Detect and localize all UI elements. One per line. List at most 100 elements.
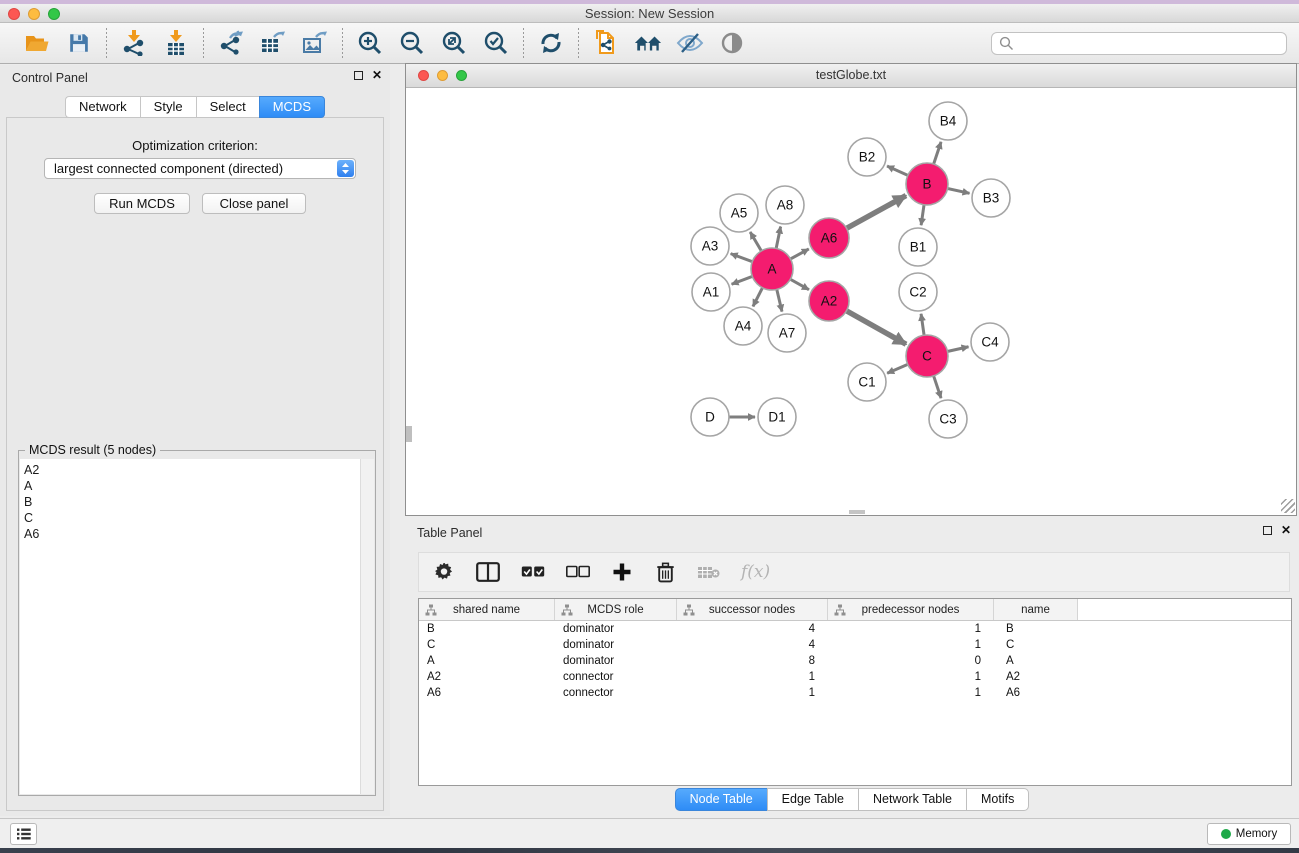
- cell-shared-name[interactable]: B: [419, 623, 555, 635]
- table-panel: Table Panel ✕ f(x) shared nameMCDS ro: [405, 520, 1299, 816]
- zoom-fit-icon[interactable]: [440, 29, 468, 57]
- cell-MCDS-role[interactable]: dominator: [555, 623, 677, 635]
- export-network-icon[interactable]: [217, 29, 245, 57]
- frame-bottom-thumb[interactable]: [849, 510, 865, 514]
- search-box[interactable]: [991, 32, 1287, 55]
- mcds-result-item[interactable]: A2: [24, 462, 360, 478]
- column-header-shared-name[interactable]: shared name: [419, 599, 555, 620]
- zoom-selected-icon[interactable]: [482, 29, 510, 57]
- node-label-D: D: [705, 410, 715, 425]
- cell-predecessor-nodes[interactable]: 1: [828, 671, 994, 683]
- close-panel-icon[interactable]: ✕: [372, 71, 382, 80]
- frame-resize-grip[interactable]: [1281, 499, 1295, 513]
- cell-shared-name[interactable]: C: [419, 639, 555, 651]
- tab-network-table[interactable]: Network Table: [858, 788, 966, 811]
- search-input[interactable]: [991, 32, 1287, 55]
- run-mcds-button[interactable]: Run MCDS: [94, 193, 190, 214]
- tab-mcds[interactable]: MCDS: [259, 96, 325, 118]
- float-panel-icon[interactable]: [354, 71, 363, 80]
- cell-shared-name[interactable]: A6: [419, 687, 555, 699]
- import-table-icon[interactable]: [162, 29, 190, 57]
- tab-network[interactable]: Network: [65, 96, 140, 118]
- dock-panels-button[interactable]: [10, 823, 37, 845]
- cell-predecessor-nodes[interactable]: 1: [828, 623, 994, 635]
- column-header-name[interactable]: name: [994, 599, 1078, 620]
- table-row[interactable]: Adominator80A: [419, 653, 1291, 669]
- tab-style[interactable]: Style: [140, 96, 196, 118]
- table-row[interactable]: A2connector11A2: [419, 669, 1291, 685]
- cell-predecessor-nodes[interactable]: 1: [828, 687, 994, 699]
- cell-predecessor-nodes[interactable]: 1: [828, 639, 994, 651]
- memory-label: Memory: [1236, 828, 1278, 840]
- cell-name[interactable]: A: [994, 655, 1078, 667]
- tab-node-table[interactable]: Node Table: [675, 788, 767, 811]
- mcds-result-item[interactable]: C: [24, 510, 360, 526]
- cell-MCDS-role[interactable]: dominator: [555, 655, 677, 667]
- mcds-list-scrollbar[interactable]: [360, 459, 374, 794]
- window-title: Session: New Session: [0, 6, 1299, 21]
- cell-name[interactable]: A2: [994, 671, 1078, 683]
- cell-shared-name[interactable]: A2: [419, 671, 555, 683]
- delete-column-trash-icon[interactable]: [654, 562, 676, 583]
- dropdown-stepper-icon[interactable]: [337, 160, 354, 177]
- frame-edge-thumb[interactable]: [406, 426, 412, 442]
- float-table-panel-icon[interactable]: [1263, 526, 1272, 535]
- clone-network-icon[interactable]: [592, 29, 620, 57]
- show-selected-eye-icon[interactable]: [718, 29, 746, 57]
- delete-table-icon[interactable]: [697, 565, 720, 580]
- cell-shared-name[interactable]: A: [419, 655, 555, 667]
- export-image-icon[interactable]: [301, 29, 329, 57]
- cell-name[interactable]: B: [994, 623, 1078, 635]
- import-network-icon[interactable]: [120, 29, 148, 57]
- mcds-result-item[interactable]: A6: [24, 526, 360, 542]
- select-all-checks-icon[interactable]: [521, 565, 545, 579]
- node-label-B2: B2: [859, 150, 876, 165]
- tab-select[interactable]: Select: [196, 96, 259, 118]
- cell-successor-nodes[interactable]: 4: [677, 623, 828, 635]
- cell-MCDS-role[interactable]: connector: [555, 687, 677, 699]
- network-canvas[interactable]: B4B2BB3B1A5A8A6A3AA1A2A4A7C2C4CC1C3DD1: [406, 88, 1296, 514]
- cell-name[interactable]: C: [994, 639, 1078, 651]
- add-column-icon[interactable]: [611, 562, 633, 582]
- memory-button[interactable]: Memory: [1207, 823, 1291, 845]
- cell-successor-nodes[interactable]: 4: [677, 639, 828, 651]
- close-table-panel-icon[interactable]: ✕: [1281, 526, 1291, 535]
- table-row[interactable]: Bdominator41B: [419, 621, 1291, 637]
- open-session-icon[interactable]: [23, 29, 51, 57]
- mcds-result-item[interactable]: B: [24, 494, 360, 510]
- export-table-icon[interactable]: [259, 29, 287, 57]
- cell-MCDS-role[interactable]: connector: [555, 671, 677, 683]
- save-session-icon[interactable]: [65, 29, 93, 57]
- split-columns-icon[interactable]: [476, 562, 500, 582]
- cell-MCDS-role[interactable]: dominator: [555, 639, 677, 651]
- gear-icon[interactable]: [433, 563, 455, 582]
- column-header-predecessor-nodes[interactable]: predecessor nodes: [828, 599, 994, 620]
- cell-name[interactable]: A6: [994, 687, 1078, 699]
- node-table-header: shared nameMCDS rolesuccessor nodesprede…: [419, 599, 1291, 621]
- column-header-successor-nodes[interactable]: successor nodes: [677, 599, 828, 620]
- apply-function-icon[interactable]: f(x): [741, 562, 770, 582]
- hide-selected-eye-slash-icon[interactable]: [676, 29, 704, 57]
- cell-successor-nodes[interactable]: 8: [677, 655, 828, 667]
- table-row[interactable]: A6connector11A6: [419, 685, 1291, 701]
- zoom-in-icon[interactable]: [356, 29, 384, 57]
- cell-successor-nodes[interactable]: 1: [677, 687, 828, 699]
- zoom-out-icon[interactable]: [398, 29, 426, 57]
- mcds-result-list[interactable]: A2ABCA6: [20, 459, 360, 794]
- home-layout-icon[interactable]: [634, 29, 662, 57]
- cell-predecessor-nodes[interactable]: 0: [828, 655, 994, 667]
- column-header-MCDS-role[interactable]: MCDS role: [555, 599, 677, 620]
- node-label-C2: C2: [909, 285, 926, 300]
- close-panel-button[interactable]: Close panel: [202, 193, 306, 214]
- tab-edge-table[interactable]: Edge Table: [767, 788, 858, 811]
- deselect-all-checks-icon[interactable]: [566, 565, 590, 579]
- cell-successor-nodes[interactable]: 1: [677, 671, 828, 683]
- tab-motifs[interactable]: Motifs: [966, 788, 1029, 811]
- table-row[interactable]: Cdominator41C: [419, 637, 1291, 653]
- node-table[interactable]: shared nameMCDS rolesuccessor nodesprede…: [418, 598, 1292, 786]
- optimization-criterion-dropdown[interactable]: largest connected component (directed): [44, 158, 356, 179]
- network-frame-titlebar[interactable]: testGlobe.txt: [406, 64, 1296, 88]
- mcds-result-item[interactable]: A: [24, 478, 360, 494]
- control-panel-tabs: NetworkStyleSelectMCDS: [0, 96, 390, 118]
- refresh-icon[interactable]: [537, 29, 565, 57]
